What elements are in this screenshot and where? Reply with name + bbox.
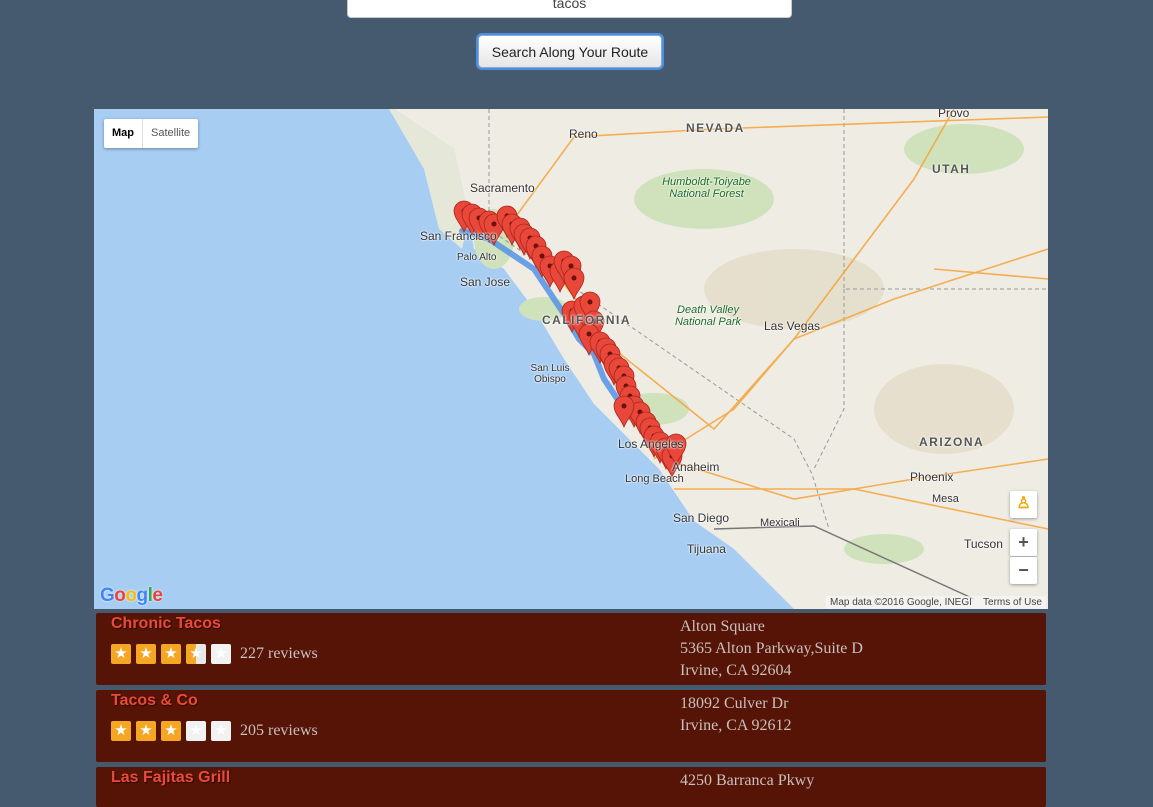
label-sacramento: Sacramento xyxy=(470,181,535,195)
label-utah: UTAH xyxy=(932,162,971,176)
label-nevada: NEVADA xyxy=(686,121,745,135)
star-icon: ★ xyxy=(161,721,181,741)
label-california: CALIFORNIA xyxy=(542,313,631,327)
address-line: Irvine, CA 92604 xyxy=(680,662,792,679)
label-provo: Provo xyxy=(938,109,970,120)
label-phoenix: Phoenix xyxy=(910,470,954,484)
label-las-vegas: Las Vegas xyxy=(764,319,821,333)
map-type-satellite-button[interactable]: Satellite xyxy=(143,119,198,148)
address-line: 4250 Barranca Pkwy xyxy=(680,772,815,789)
address-line: 5365 Alton Parkway,Suite D xyxy=(680,640,863,657)
label-long-beach: Long Beach xyxy=(625,473,684,485)
star-icon: ★ xyxy=(136,721,156,741)
rating-stars: ★ ★ ★ ★ ★ xyxy=(111,644,231,664)
address-line: Irvine, CA 92612 xyxy=(680,717,792,734)
label-palo-alto: Palo Alto xyxy=(457,252,497,263)
label-mexicali: Mexicali xyxy=(760,517,800,529)
result-address: Alton Square 5365 Alton Parkway,Suite D Ir… xyxy=(680,616,863,682)
result-address: 18092 Culver Dr Irvine, CA 92612 xyxy=(680,693,792,737)
label-tijuana: Tijuana xyxy=(687,542,726,556)
review-count: 205 reviews xyxy=(240,722,318,739)
result-name[interactable]: Chronic Tacos xyxy=(111,615,221,633)
route-map[interactable]: NEVADA UTAH ARIZONA CALIFORNIA Reno Prov… xyxy=(94,109,1048,609)
result-card[interactable]: Las Fajitas Grill 4250 Barranca Pkwy xyxy=(96,767,1046,807)
zoom-in-button[interactable]: + xyxy=(1010,529,1037,556)
map-canvas[interactable] xyxy=(94,109,1048,609)
label-san-diego: San Diego xyxy=(673,511,730,525)
star-icon: ★ xyxy=(186,644,206,664)
map-attribution: Map data ©2016 Google, INEGI Terms of Us… xyxy=(826,596,1046,609)
label-humboldt-forest: Humboldt-Toiyabe National Forest xyxy=(662,176,751,200)
rating-stars: ★ ★ ★ ★ ★ xyxy=(111,721,231,741)
result-name[interactable]: Tacos & Co xyxy=(111,692,198,710)
address-line: Alton Square xyxy=(680,618,765,635)
label-los-angeles: Los Angeles xyxy=(618,437,684,451)
result-address: 4250 Barranca Pkwy xyxy=(680,770,814,792)
label-san-francisco: San Francisco xyxy=(420,229,497,243)
result-name[interactable]: Las Fajitas Grill xyxy=(111,769,230,787)
star-icon: ★ xyxy=(211,644,231,664)
label-death-valley: Death Valley National Park xyxy=(674,304,742,328)
label-anaheim: Anaheim xyxy=(672,460,720,474)
label-san-luis-obispo: San Luis Obispo xyxy=(530,363,570,385)
star-icon: ★ xyxy=(211,721,231,741)
map-type-map-button[interactable]: Map xyxy=(104,119,143,148)
star-icon: ★ xyxy=(111,644,131,664)
star-icon: ★ xyxy=(111,721,131,741)
label-tucson: Tucson xyxy=(964,537,1003,551)
search-input[interactable]: tacos xyxy=(347,0,792,18)
star-icon: ★ xyxy=(186,721,206,741)
map-type-control: Map Satellite xyxy=(104,119,199,148)
label-san-jose: San Jose xyxy=(460,275,511,289)
street-view-pegman-icon[interactable]: ♙ xyxy=(1010,491,1037,518)
label-arizona: ARIZONA xyxy=(919,435,985,449)
review-count: 227 reviews xyxy=(240,645,318,662)
zoom-out-button[interactable]: − xyxy=(1010,557,1037,584)
search-along-route-button[interactable]: Search Along Your Route xyxy=(478,35,662,68)
terms-of-use-link[interactable]: Terms of Use xyxy=(983,597,1042,608)
result-card[interactable]: Tacos & Co ★ ★ ★ ★ ★ 205 reviews 18092 Culver D… xyxy=(96,690,1046,762)
google-logo[interactable]: Google xyxy=(100,585,163,607)
star-icon: ★ xyxy=(161,644,181,664)
result-card[interactable]: Chronic Tacos ★ ★ ★ ★ ★ 227 reviews Alton Squar… xyxy=(96,613,1046,685)
label-mesa: Mesa xyxy=(932,493,959,505)
address-line: 18092 Culver Dr xyxy=(680,695,789,712)
label-reno: Reno xyxy=(569,127,598,141)
star-icon: ★ xyxy=(136,644,156,664)
